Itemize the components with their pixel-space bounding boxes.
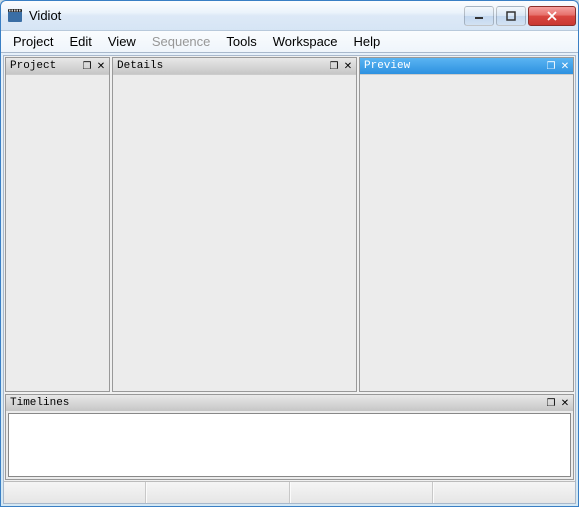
project-panel-header[interactable]: Project ❐ ✕ [6, 58, 109, 74]
menu-tools[interactable]: Tools [218, 32, 264, 51]
timelines-panel-title: Timelines [10, 397, 543, 409]
menubar: Project Edit View Sequence Tools Workspa… [1, 31, 578, 53]
menu-edit[interactable]: Edit [61, 32, 99, 51]
window-controls [462, 6, 576, 26]
statusbar [4, 481, 575, 503]
project-panel: Project ❐ ✕ [5, 57, 110, 392]
timelines-panel-body[interactable] [8, 413, 571, 477]
menu-help[interactable]: Help [346, 32, 389, 51]
timelines-panel: Timelines ❐ ✕ [5, 394, 574, 480]
minimize-button[interactable] [464, 6, 494, 26]
window-title: Vidiot [29, 8, 462, 23]
status-cell-3 [290, 482, 433, 503]
details-panel-restore-icon[interactable]: ❐ [328, 60, 340, 72]
project-panel-close-icon[interactable]: ✕ [95, 60, 107, 72]
status-cell-2 [146, 482, 289, 503]
status-cell-1 [4, 482, 146, 503]
status-cell-4 [433, 482, 575, 503]
project-panel-title: Project [10, 60, 79, 72]
preview-panel-restore-icon[interactable]: ❐ [545, 60, 557, 72]
project-panel-restore-icon[interactable]: ❐ [81, 60, 93, 72]
close-button[interactable] [528, 6, 576, 26]
timelines-panel-restore-icon[interactable]: ❐ [545, 397, 557, 409]
menu-sequence: Sequence [144, 32, 219, 51]
project-panel-body[interactable] [6, 74, 109, 391]
details-panel: Details ❐ ✕ [112, 57, 357, 392]
details-panel-close-icon[interactable]: ✕ [342, 60, 354, 72]
details-panel-title: Details [117, 60, 326, 72]
timelines-panel-header[interactable]: Timelines ❐ ✕ [6, 395, 573, 411]
menu-workspace[interactable]: Workspace [265, 32, 346, 51]
top-panels-row: Project ❐ ✕ Details ❐ ✕ Preview ❐ ✕ [4, 56, 575, 393]
preview-panel: Preview ❐ ✕ [359, 57, 574, 392]
preview-panel-close-icon[interactable]: ✕ [559, 60, 571, 72]
preview-panel-title: Preview [364, 60, 543, 72]
menu-project[interactable]: Project [5, 32, 61, 51]
details-panel-header[interactable]: Details ❐ ✕ [113, 58, 356, 74]
titlebar[interactable]: Vidiot [1, 1, 578, 31]
maximize-button[interactable] [496, 6, 526, 26]
details-panel-body[interactable] [113, 74, 356, 391]
bottom-panels-row: Timelines ❐ ✕ [4, 393, 575, 481]
timelines-panel-close-icon[interactable]: ✕ [559, 397, 571, 409]
app-icon [7, 8, 23, 24]
client-area: Project ❐ ✕ Details ❐ ✕ Preview ❐ ✕ [3, 55, 576, 504]
app-window: Vidiot Project Edit View Sequence Tools … [0, 0, 579, 507]
menu-view[interactable]: View [100, 32, 144, 51]
preview-panel-body[interactable] [360, 74, 573, 391]
preview-panel-header[interactable]: Preview ❐ ✕ [360, 58, 573, 74]
